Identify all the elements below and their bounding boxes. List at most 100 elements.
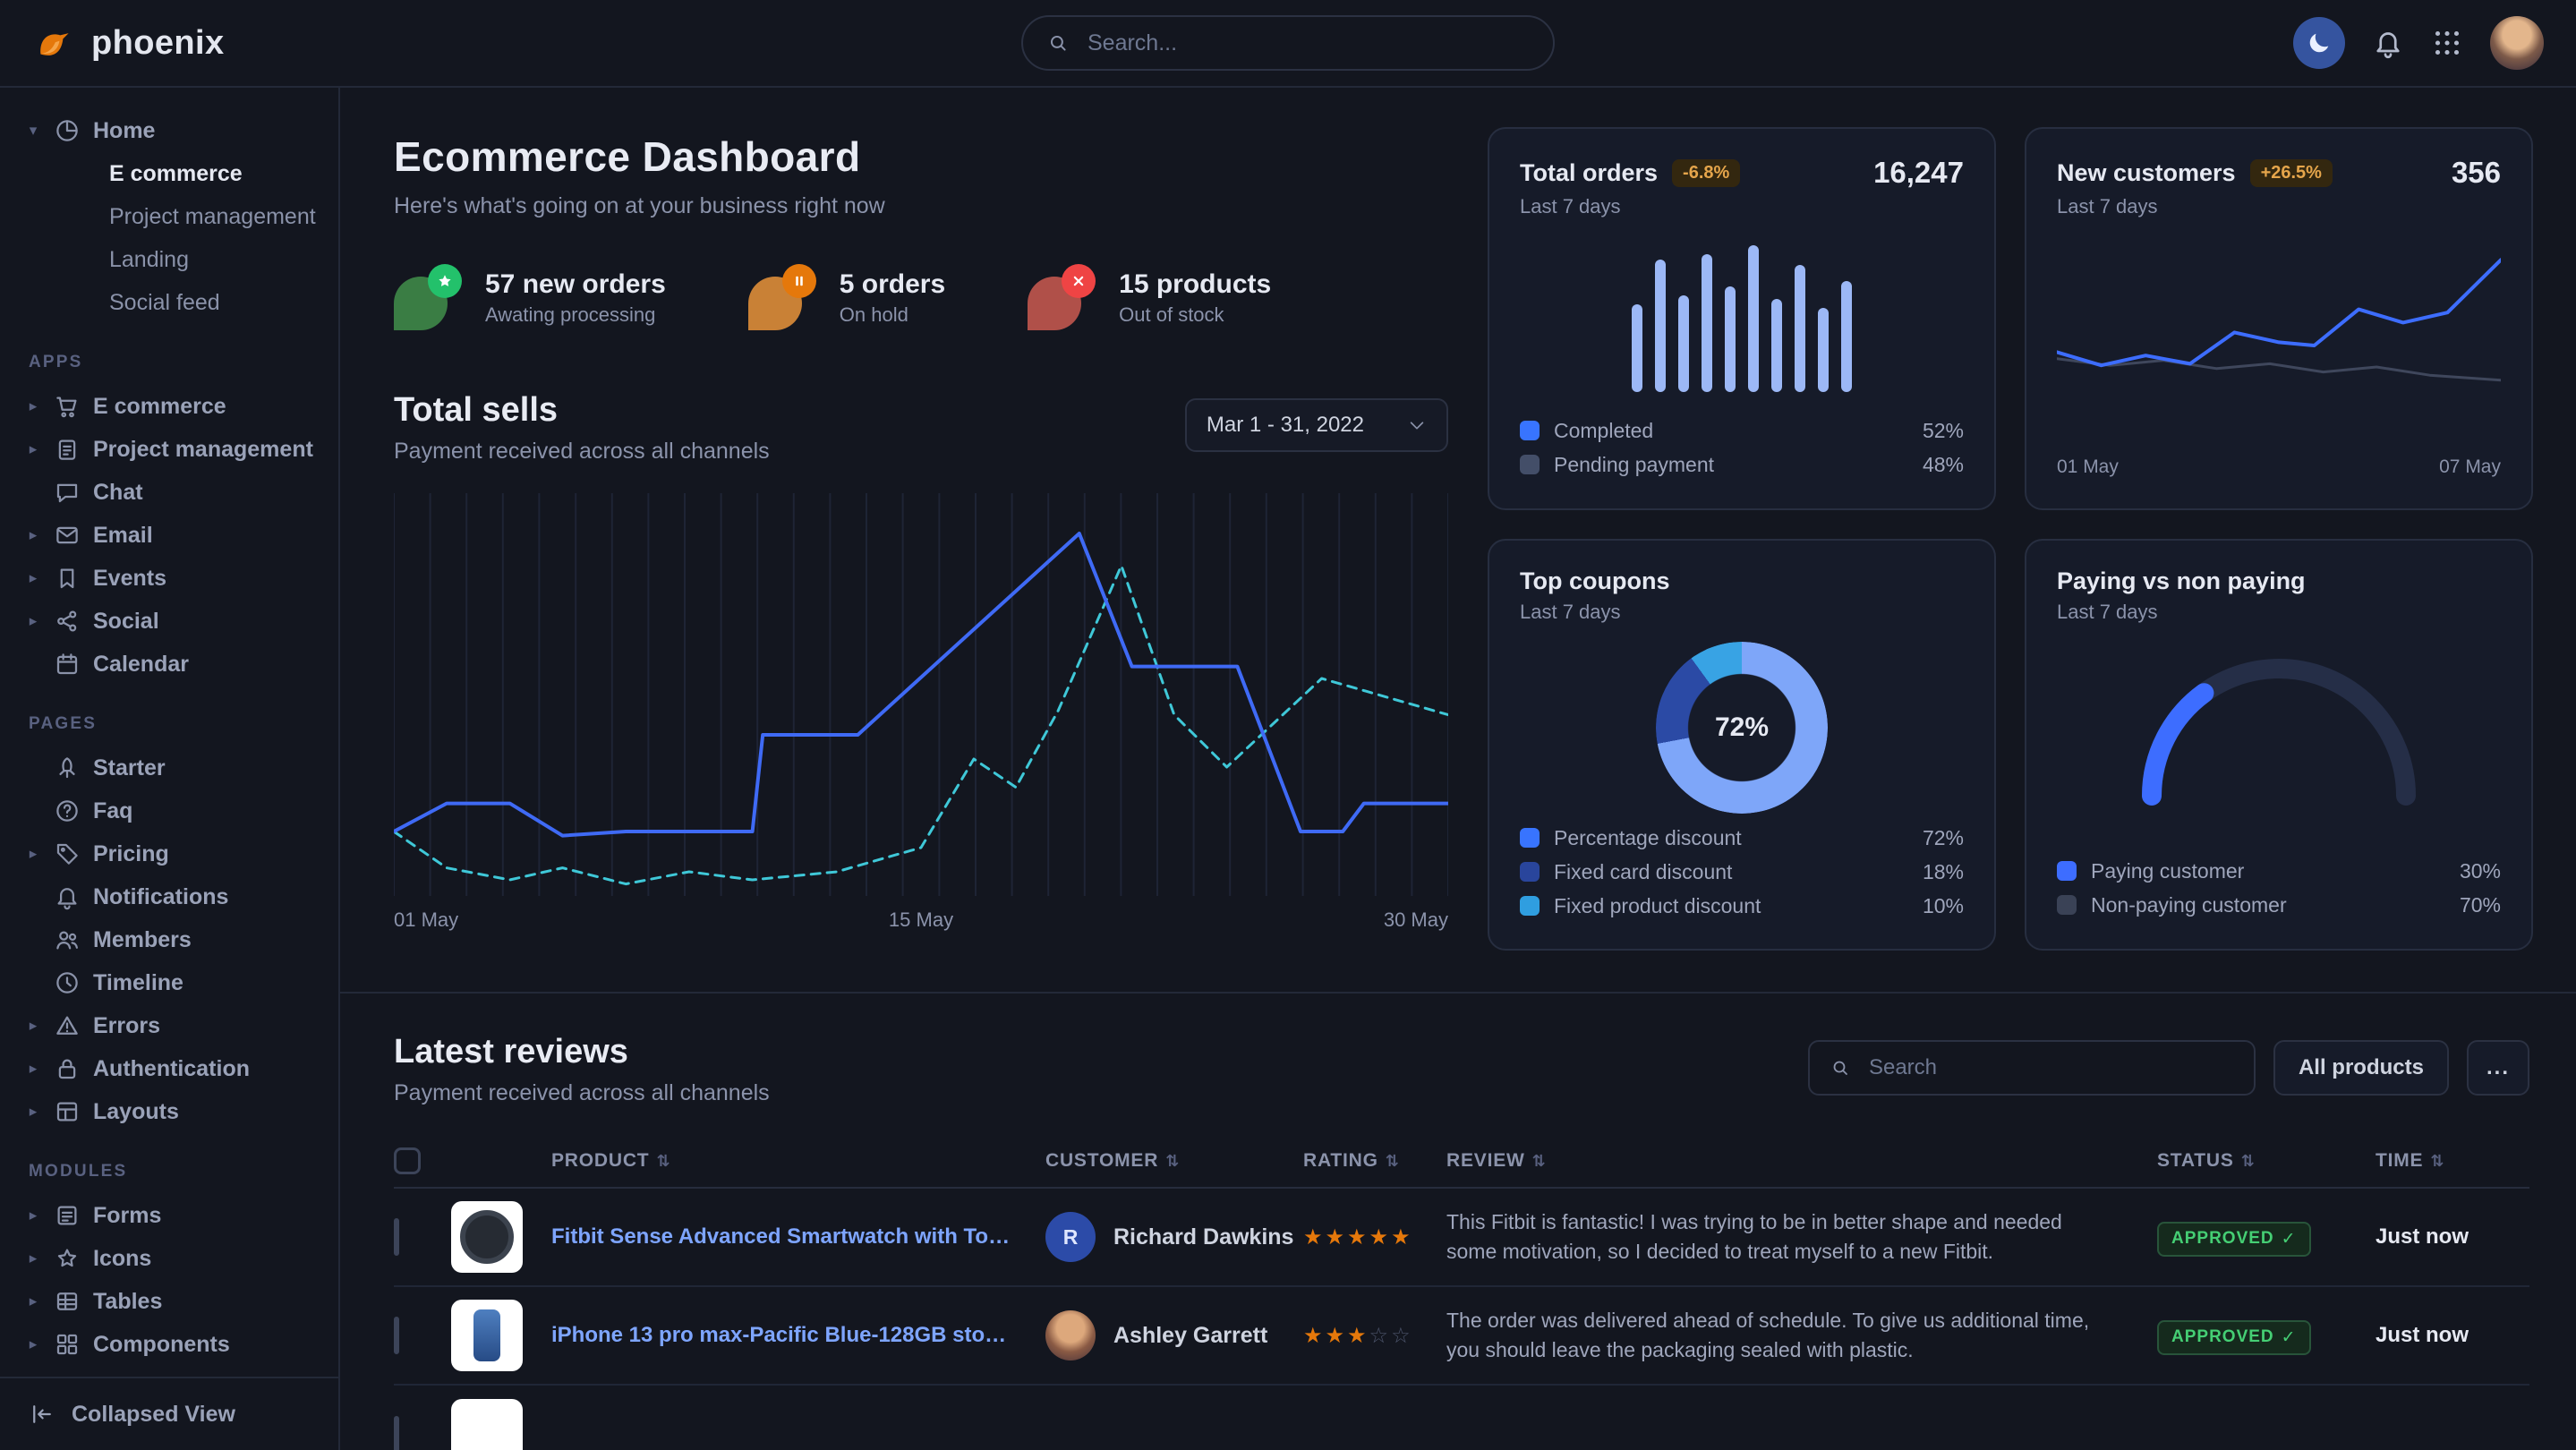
reviews-search[interactable] [1808,1040,2256,1096]
apps-grid-icon[interactable] [2431,27,2463,59]
sidebar-item-events[interactable]: ▸Events [25,557,320,600]
sidebar-item-authentication[interactable]: ▸Authentication [25,1047,320,1090]
pie-chart-icon [54,117,81,144]
sidebar-item-faq[interactable]: Faq [25,789,320,832]
card-title: Total orders [1520,159,1658,187]
collapse-view-button[interactable]: Collapsed View [0,1377,338,1450]
sidebar-item-chat[interactable]: Chat [25,471,320,514]
card-period: Last 7 days [1520,601,1964,624]
dashboard-left-column: Ecommerce Dashboard Here's what's going … [340,88,1488,992]
legend-value: 10% [1923,894,1964,918]
sort-icon[interactable] [2241,1152,2256,1171]
paying-legend: Paying customer30%Non-paying customer70% [2057,854,2501,922]
sidebar-item-calendar[interactable]: Calendar [25,643,320,686]
card-title: Top coupons [1520,567,1669,595]
brand-logo[interactable]: phoenix [32,21,224,65]
sidebar-item-email[interactable]: ▸Email [25,514,320,557]
order-bar [1771,299,1782,392]
sidebar-item-label: Layouts [93,1099,179,1125]
sidebar-item-starter[interactable]: Starter [25,746,320,789]
sort-icon[interactable] [1532,1152,1547,1171]
sidebar-subitem-landing[interactable]: Landing [25,238,320,281]
sidebar-item-e-commerce[interactable]: ▸E commerce [25,385,320,428]
tag-icon [54,840,81,867]
select-all-checkbox[interactable] [394,1147,421,1174]
col-product[interactable]: PRODUCT [551,1150,649,1172]
sort-icon[interactable] [2430,1152,2444,1171]
sidebar-item-forms[interactable]: ▸Forms [25,1194,320,1237]
x-tick: 07 May [2439,456,2501,478]
sidebar-item-tables[interactable]: ▸Tables [25,1280,320,1323]
sidebar-item-label: Components [93,1332,230,1358]
star-empty-icon: ☆ [1391,1324,1413,1348]
sidebar-subitem-project-management[interactable]: Project management [25,195,320,238]
page-title: Ecommerce Dashboard [394,132,1448,181]
sidebar-subitem-e-commerce[interactable]: E commerce [25,152,320,195]
star-icon [54,1245,81,1272]
row-checkbox[interactable] [394,1218,399,1256]
total-sells-title: Total sells [394,391,770,430]
sidebar-item-project-management[interactable]: ▸Project management [25,428,320,471]
star-filled-icon: ★ [1303,1324,1326,1348]
mail-icon [54,522,81,549]
sidebar-item-components[interactable]: ▸Components [25,1323,320,1366]
dark-mode-toggle[interactable] [2293,17,2345,69]
legend-value: 30% [2460,859,2501,883]
more-options-button[interactable]: ... [2467,1040,2529,1096]
sort-icon[interactable] [1386,1152,1400,1171]
sidebar-item-notifications[interactable]: Notifications [25,875,320,918]
caret-right-icon: ▸ [25,397,41,415]
col-review[interactable]: REVIEW [1446,1150,1525,1172]
sidebar-item-social[interactable]: ▸Social [25,600,320,643]
star-filled-icon: ★ [1326,1225,1348,1250]
sort-icon[interactable] [656,1152,670,1171]
col-time[interactable]: TIME [2376,1150,2423,1172]
sidebar-item-home[interactable]: ▾Home [25,109,320,152]
sidebar-item-pricing[interactable]: ▸Pricing [25,832,320,875]
orders-bar-chart [1632,242,1852,392]
search-input[interactable] [1084,29,1530,58]
reviews-search-input[interactable] [1865,1053,2234,1082]
sidebar-item-members[interactable]: Members [25,918,320,961]
moon-icon [2306,30,2333,56]
sidebar-item-icons[interactable]: ▸Icons [25,1237,320,1280]
global-search[interactable] [1021,15,1555,71]
stat-blob [1028,264,1096,332]
notifications-bell-icon[interactable] [2372,27,2404,59]
col-rating[interactable]: RATING [1303,1150,1378,1172]
user-avatar[interactable] [2490,16,2544,70]
rating-stars: ★★★★★ [1303,1224,1446,1250]
components-icon [54,1331,81,1358]
total-sells-header: Total sells Payment received across all … [394,391,1448,465]
sort-icon[interactable] [1165,1152,1180,1171]
row-checkbox[interactable] [394,1317,399,1354]
collapse-view-label: Collapsed View [72,1402,235,1428]
col-status[interactable]: STATUS [2157,1150,2234,1172]
total-orders-card: Total orders -6.8% 16,247 Last 7 days Co… [1488,127,1996,510]
sidebar-item-timeline[interactable]: Timeline [25,961,320,1004]
date-range-value: Mar 1 - 31, 2022 [1207,413,1364,438]
product-link[interactable]: Fitbit Sense Advanced Smartwatch with To… [551,1224,1045,1250]
row-checkbox[interactable] [394,1416,399,1450]
caret-right-icon: ▸ [25,440,41,458]
sidebar-item-label: Email [93,523,153,549]
reviews-title: Latest reviews [394,1033,770,1071]
product-link[interactable]: iPhone 13 pro max-Pacific Blue-128GB sto… [551,1323,1045,1348]
x-tick: 15 May [889,908,953,932]
all-products-button[interactable]: All products [2273,1040,2449,1096]
sidebar-item-errors[interactable]: ▸Errors [25,1004,320,1047]
sidebar-item-label: Events [93,566,166,592]
order-bar [1841,281,1852,392]
sidebar-subitem-social-feed[interactable]: Social feed [25,281,320,324]
sidebar-nav: ▾HomeE commerceProject managementLanding… [25,109,320,1366]
coupons-legend: Percentage discount72%Fixed card discoun… [1520,821,1964,923]
order-bar [1632,304,1642,392]
stat-value: 15 products [1119,269,1271,300]
new-customers-chart-svg [2057,243,2501,408]
sidebar-item-layouts[interactable]: ▸Layouts [25,1090,320,1133]
col-customer[interactable]: CUSTOMER [1045,1150,1158,1172]
date-range-select[interactable]: Mar 1 - 31, 2022 [1185,398,1448,452]
sidebar-item-label: Calendar [93,652,189,678]
legend-row: Percentage discount72% [1520,821,1964,855]
sidebar-item-label: Faq [93,798,132,824]
